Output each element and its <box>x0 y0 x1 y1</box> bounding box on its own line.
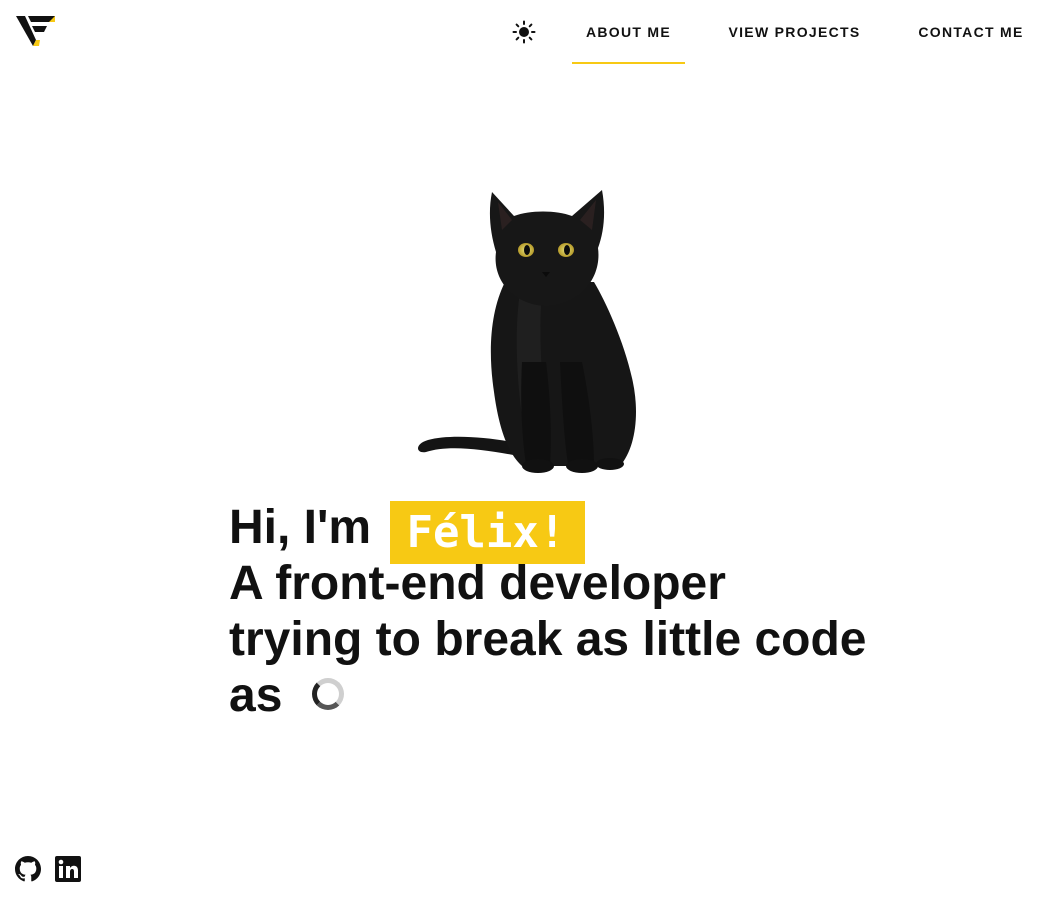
sun-icon[interactable] <box>512 20 536 44</box>
hero-intro: Hi, I'm Félix! A front-end developer try… <box>229 500 869 724</box>
intro-line-1: Hi, I'm Félix! <box>229 500 869 564</box>
nav-contact-me[interactable]: CONTACT ME <box>910 0 1032 64</box>
loading-spinner-icon <box>311 678 344 711</box>
name-highlight: Félix! <box>390 501 586 564</box>
site-header: ABOUT ME VIEW PROJECTS CONTACT ME <box>0 0 1054 66</box>
intro-line-4: as <box>229 668 869 724</box>
linkedin-icon[interactable] <box>55 856 81 882</box>
intro-line-3: trying to break as little code <box>229 613 867 666</box>
black-cat-photo <box>410 182 646 478</box>
github-icon[interactable] <box>15 856 41 882</box>
nav-about-me[interactable]: ABOUT ME <box>572 0 685 64</box>
intro-line-4-text: as <box>229 669 283 722</box>
vf-logo-icon[interactable] <box>16 14 56 48</box>
intro-line-2: A front-end developer <box>229 557 726 610</box>
greeting-text: Hi, I'm <box>229 501 372 554</box>
nav-view-projects[interactable]: VIEW PROJECTS <box>722 0 867 64</box>
